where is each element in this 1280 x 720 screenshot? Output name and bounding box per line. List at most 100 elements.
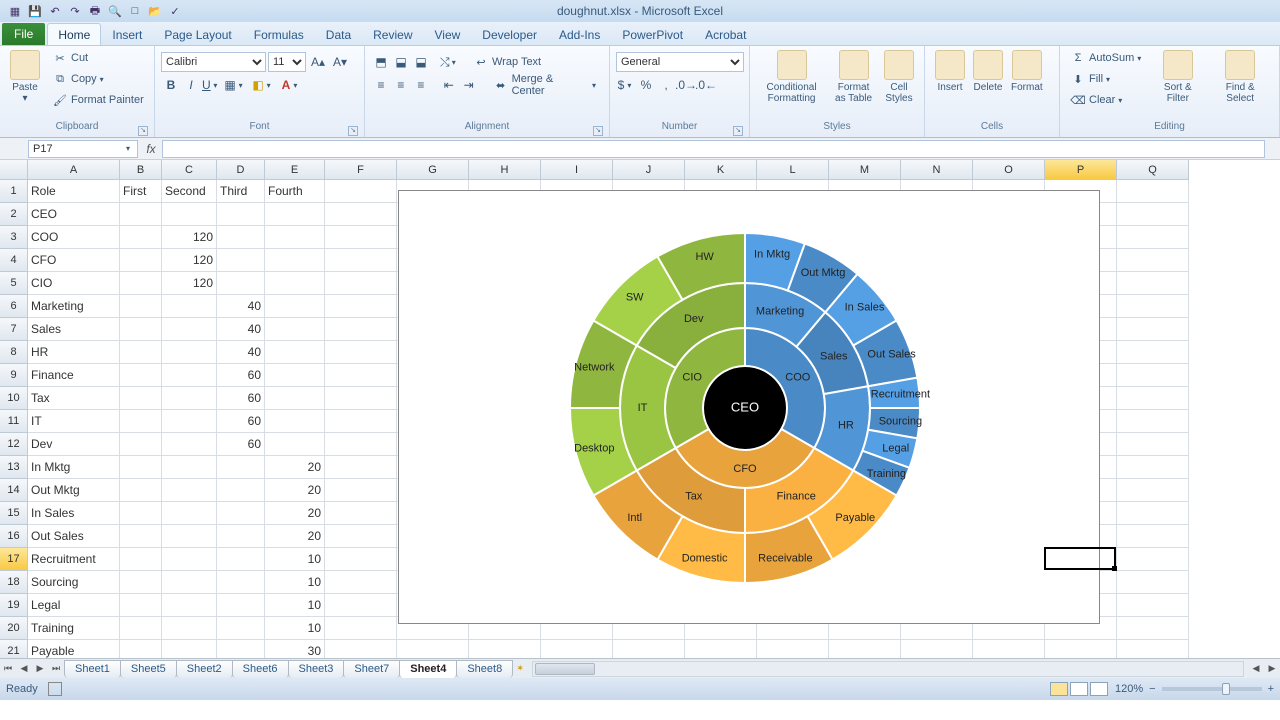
cell[interactable]: 60 — [217, 387, 265, 410]
cell[interactable]: 10 — [265, 617, 325, 640]
cell[interactable] — [265, 203, 325, 226]
cell[interactable] — [325, 525, 397, 548]
zoom-out-button[interactable]: − — [1149, 683, 1155, 695]
cell[interactable]: CIO — [28, 272, 120, 295]
cell[interactable] — [325, 456, 397, 479]
row-header[interactable]: 3 — [0, 226, 28, 249]
cell[interactable] — [1045, 640, 1117, 658]
cell[interactable] — [541, 640, 613, 658]
tab-page-layout[interactable]: Page Layout — [153, 23, 242, 45]
sheet-tab-sheet6[interactable]: Sheet6 — [232, 660, 289, 678]
cell[interactable] — [1117, 502, 1189, 525]
clear-button[interactable]: ⌫Clear▾ — [1066, 90, 1148, 110]
cell[interactable] — [757, 640, 829, 658]
cell[interactable] — [1117, 226, 1189, 249]
col-header-H[interactable]: H — [469, 160, 541, 180]
excel-icon[interactable]: ▦ — [6, 2, 24, 20]
cell[interactable] — [265, 272, 325, 295]
cell[interactable] — [1117, 249, 1189, 272]
col-header-M[interactable]: M — [829, 160, 901, 180]
row-header[interactable]: 7 — [0, 318, 28, 341]
cell[interactable] — [265, 433, 325, 456]
cell[interactable] — [162, 364, 217, 387]
cell[interactable] — [1117, 203, 1189, 226]
cell[interactable] — [120, 502, 162, 525]
row-header[interactable]: 2 — [0, 203, 28, 226]
select-all-corner[interactable] — [0, 160, 28, 180]
cell[interactable] — [325, 640, 397, 658]
tab-nav-prev[interactable]: ◀ — [16, 661, 32, 677]
cell[interactable] — [1117, 433, 1189, 456]
cell[interactable] — [120, 594, 162, 617]
format-painter-button[interactable]: 🖌Format Painter — [48, 90, 148, 110]
cell[interactable]: 40 — [217, 295, 265, 318]
cell[interactable] — [325, 502, 397, 525]
cell[interactable] — [325, 387, 397, 410]
cell[interactable] — [162, 318, 217, 341]
cell[interactable] — [1117, 617, 1189, 640]
row-header[interactable]: 17 — [0, 548, 28, 571]
cell[interactable] — [217, 272, 265, 295]
cell[interactable] — [325, 318, 397, 341]
alignment-launcher[interactable]: ↘ — [593, 126, 603, 136]
cell[interactable] — [120, 433, 162, 456]
tab-nav-last[interactable]: ⏭ — [48, 661, 64, 677]
cell[interactable]: HR — [28, 341, 120, 364]
cell[interactable] — [120, 525, 162, 548]
cell[interactable] — [325, 617, 397, 640]
cell[interactable] — [265, 387, 325, 410]
file-tab[interactable]: File — [2, 23, 45, 45]
cell[interactable] — [217, 249, 265, 272]
cell[interactable] — [1117, 571, 1189, 594]
cell[interactable] — [325, 548, 397, 571]
cell[interactable]: In Mktg — [28, 456, 120, 479]
align-bottom-icon[interactable]: ⬓ — [412, 53, 430, 71]
font-size-combo[interactable]: 11 — [268, 52, 306, 72]
cell[interactable] — [325, 249, 397, 272]
cell[interactable] — [325, 594, 397, 617]
tab-nav-next[interactable]: ▶ — [32, 661, 48, 677]
cell[interactable]: Sales — [28, 318, 120, 341]
sheet-tab-sheet3[interactable]: Sheet3 — [288, 660, 345, 678]
shrink-font-icon[interactable]: A▾ — [331, 53, 349, 71]
tab-powerpivot[interactable]: PowerPivot — [611, 23, 694, 45]
cell[interactable] — [162, 525, 217, 548]
cell[interactable] — [120, 249, 162, 272]
cell[interactable] — [685, 640, 757, 658]
cell[interactable] — [162, 479, 217, 502]
italic-button[interactable]: I — [182, 76, 200, 94]
indent-increase-icon[interactable]: ⇥ — [460, 76, 478, 94]
sheet-tab-sheet8[interactable]: Sheet8 — [456, 660, 513, 678]
cell[interactable] — [162, 203, 217, 226]
row-header[interactable]: 4 — [0, 249, 28, 272]
grow-font-icon[interactable]: A▴ — [309, 53, 327, 71]
cell[interactable] — [120, 410, 162, 433]
cell[interactable] — [325, 571, 397, 594]
cell-styles-button[interactable]: Cell Styles — [880, 48, 918, 106]
cell[interactable] — [1117, 341, 1189, 364]
cell[interactable] — [325, 364, 397, 387]
cell[interactable] — [217, 548, 265, 571]
row-header[interactable]: 16 — [0, 525, 28, 548]
cell[interactable]: 40 — [217, 318, 265, 341]
cell[interactable]: 20 — [265, 525, 325, 548]
currency-icon[interactable]: $▾ — [617, 76, 635, 94]
cell[interactable] — [1117, 640, 1189, 658]
cell[interactable] — [325, 479, 397, 502]
underline-button[interactable]: U▾ — [202, 76, 220, 94]
cell[interactable] — [265, 318, 325, 341]
col-header-J[interactable]: J — [613, 160, 685, 180]
comma-icon[interactable]: , — [657, 76, 675, 94]
cell[interactable]: Out Sales — [28, 525, 120, 548]
cell[interactable]: Sourcing — [28, 571, 120, 594]
cell[interactable]: 120 — [162, 226, 217, 249]
cell[interactable] — [265, 295, 325, 318]
cell[interactable] — [162, 502, 217, 525]
cell[interactable] — [120, 479, 162, 502]
row-header[interactable]: 8 — [0, 341, 28, 364]
cell[interactable]: Tax — [28, 387, 120, 410]
cell[interactable]: Finance — [28, 364, 120, 387]
cell[interactable] — [162, 640, 217, 658]
zoom-label[interactable]: 120% — [1115, 683, 1143, 695]
cell[interactable]: 30 — [265, 640, 325, 658]
